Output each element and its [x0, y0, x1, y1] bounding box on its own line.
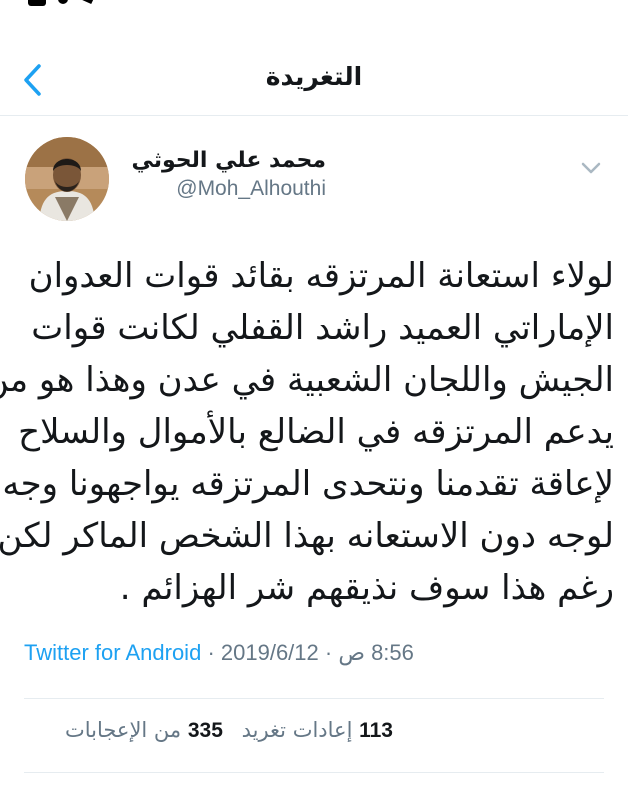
divider: [24, 772, 604, 773]
avatar[interactable]: [25, 137, 109, 221]
status-bar: [0, 0, 628, 18]
tweet-line: الجيش واللجان الشعبية في عدن وهذا هو من: [0, 360, 614, 400]
page-title: التغريدة: [265, 62, 363, 91]
user-names[interactable]: محمد علي الحوثي @Moh_Alhouthi: [126, 148, 327, 201]
tweet-text: لولاء استعانة المرتزقه بقائد قوات العدوا…: [0, 250, 614, 614]
separator: ·: [324, 640, 333, 665]
display-name[interactable]: محمد علي الحوثي: [126, 148, 327, 173]
nav-bar: التغريدة: [0, 40, 628, 116]
tweet-header: محمد علي الحوثي @Moh_Alhouthi: [0, 134, 628, 226]
tweet-line: لوجه دون الاستعانه بهذا الشخص الماكر لكن: [0, 516, 614, 556]
likes-label: من الإعجابات: [64, 718, 182, 742]
tweet-date: 2019/6/12: [220, 640, 319, 665]
retweets-count: 113: [359, 719, 393, 742]
wifi-icon: [58, 0, 68, 4]
tweet-time: 8:56 ص: [338, 640, 414, 665]
divider: [24, 698, 604, 699]
tweet-line: لولاء استعانة المرتزقه بقائد قوات العدوا…: [28, 256, 614, 296]
separator: ·: [207, 640, 215, 665]
likes-stat[interactable]: 335 من الإعجابات: [65, 718, 223, 743]
tweet-stats: 113 إعادات تغريد 335 من الإعجابات: [0, 718, 628, 758]
status-icons: [28, 0, 96, 6]
tweet-options-button[interactable]: [576, 156, 606, 180]
airplane-icon: [80, 0, 96, 4]
tweet-line: لإعاقة تقدمنا ونتحدى المرتزقه يواجهونا و…: [2, 464, 614, 504]
chevron-down-icon: [581, 162, 601, 174]
battery-icon: [28, 0, 46, 6]
username[interactable]: @Moh_Alhouthi: [176, 177, 326, 201]
tweet-line: يدعم المرتزقه في الضالع بالأموال والسلاح: [18, 412, 614, 452]
tweet-meta: Twitter for Android · 2019/6/12 · 8:56 ص: [24, 640, 604, 666]
tweet-line: رغم هذا سوف نذيقهم شر الهزائم .: [119, 568, 614, 608]
avatar-image: [25, 137, 109, 221]
tweet-line: الإماراتي العميد راشد القفلي لكانت قوات: [31, 308, 614, 348]
retweets-label: إعادات تغريد: [241, 718, 353, 742]
retweets-stat[interactable]: 113 إعادات تغريد: [242, 718, 393, 743]
likes-count: 335: [187, 719, 223, 742]
tweet-source-link[interactable]: Twitter for Android: [24, 640, 201, 665]
